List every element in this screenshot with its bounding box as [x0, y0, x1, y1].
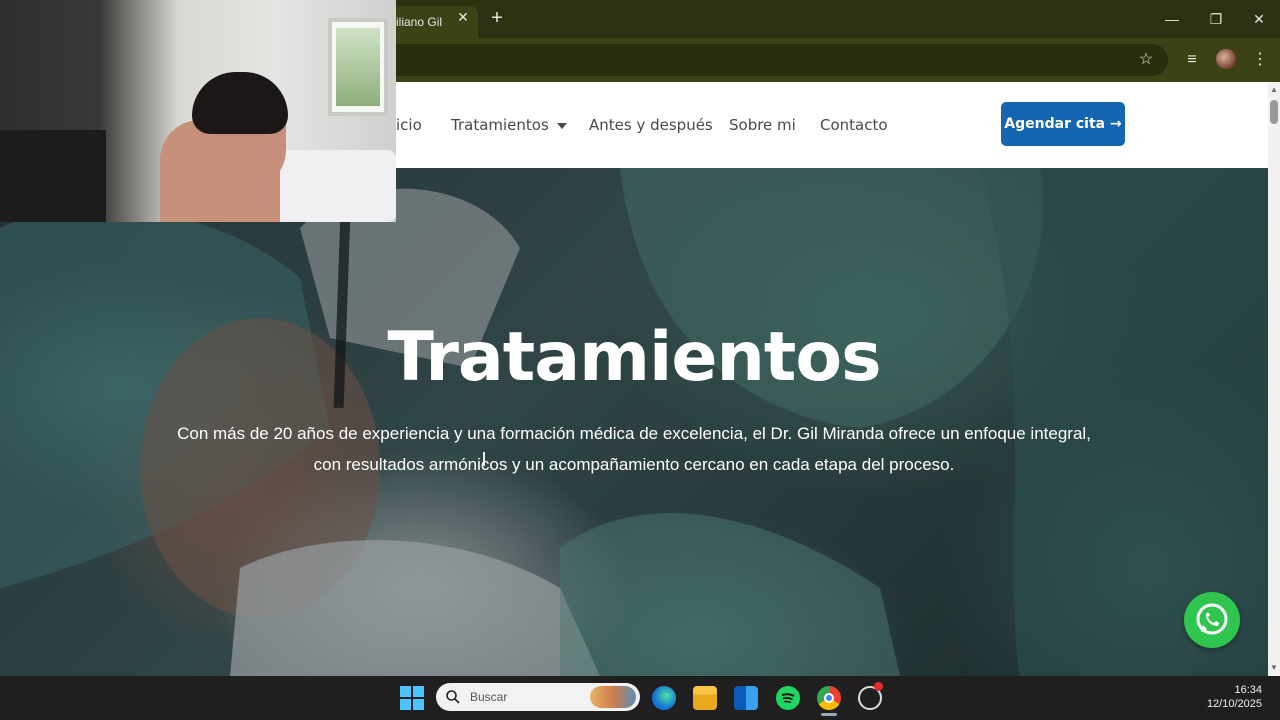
address-bar[interactable]: [360, 44, 1168, 76]
clock-date: 12/10/2025: [1206, 698, 1262, 710]
windows-taskbar: [0, 676, 1280, 720]
page-scrollbar[interactable]: [1268, 82, 1280, 676]
search-placeholder: Buscar: [470, 690, 508, 704]
webcam-overlay: [0, 0, 396, 222]
tab-close-icon[interactable]: ✕: [456, 10, 470, 24]
screen: iliano Gil ✕ + — ❐ ✕ ☆ ≡ ⋮ icio Tratamie…: [0, 0, 1280, 720]
tab-title: iliano Gil: [396, 15, 443, 29]
close-window-button[interactable]: ✕: [1249, 9, 1269, 29]
taskbar-clock[interactable]: 16:34 12/10/2025: [1196, 683, 1262, 711]
clock-time: 16:34: [1234, 684, 1262, 696]
spotify-icon[interactable]: [776, 686, 800, 710]
hero-subtitle-line: con resultados armónicos y un acompañami…: [313, 455, 955, 474]
chatgpt-icon[interactable]: [858, 682, 883, 710]
webcam-person-hair: [192, 72, 288, 134]
search-highlight-art: [590, 686, 636, 708]
scroll-up-icon[interactable]: ▲: [1268, 84, 1280, 96]
nav-item-contacto[interactable]: Contacto: [820, 116, 888, 134]
nav-item-label: Tratamientos: [451, 116, 549, 134]
nav-item-inicio[interactable]: icio: [396, 116, 422, 134]
nav-item-sobre-mi[interactable]: Sobre mi: [729, 116, 796, 134]
chrome-icon[interactable]: [817, 686, 841, 710]
search-icon: [446, 690, 460, 704]
scroll-down-icon[interactable]: ▼: [1268, 662, 1280, 674]
hero-subtitle-line: Con más de 20 años de experiencia y una …: [177, 424, 1091, 443]
media-control-icon[interactable]: ≡: [1180, 48, 1204, 72]
file-explorer-icon[interactable]: [693, 686, 717, 710]
whatsapp-icon: [1196, 603, 1228, 635]
webcam-background-shelf: [0, 130, 106, 222]
edge-icon[interactable]: [652, 686, 676, 710]
windows-start-icon[interactable]: [400, 686, 424, 710]
outlook-icon[interactable]: [734, 686, 758, 710]
hero-section: Tratamientos Con más de 20 años de exper…: [0, 168, 1268, 676]
caret-down-icon: [556, 122, 567, 129]
profile-avatar[interactable]: [1216, 49, 1236, 69]
mouse-text-cursor: [483, 452, 485, 466]
active-app-indicator: [821, 713, 837, 716]
scroll-thumb[interactable]: [1270, 100, 1278, 124]
nav-item-tratamientos[interactable]: Tratamientos: [451, 116, 567, 134]
agendar-cita-button[interactable]: Agendar cita →: [1001, 102, 1125, 146]
webcam-window-view: [336, 28, 380, 106]
hero-title: Tratamientos: [387, 318, 881, 397]
nav-item-antes-despues[interactable]: Antes y después: [589, 116, 713, 134]
hero-subtitle: Con más de 20 años de experiencia y una …: [140, 418, 1128, 480]
new-tab-button[interactable]: +: [488, 8, 506, 28]
minimize-button[interactable]: —: [1162, 9, 1182, 29]
whatsapp-button[interactable]: [1184, 592, 1240, 648]
star-icon[interactable]: ☆: [1134, 48, 1158, 72]
menu-kebab-icon[interactable]: ⋮: [1248, 48, 1272, 72]
restore-button[interactable]: ❐: [1206, 9, 1226, 29]
